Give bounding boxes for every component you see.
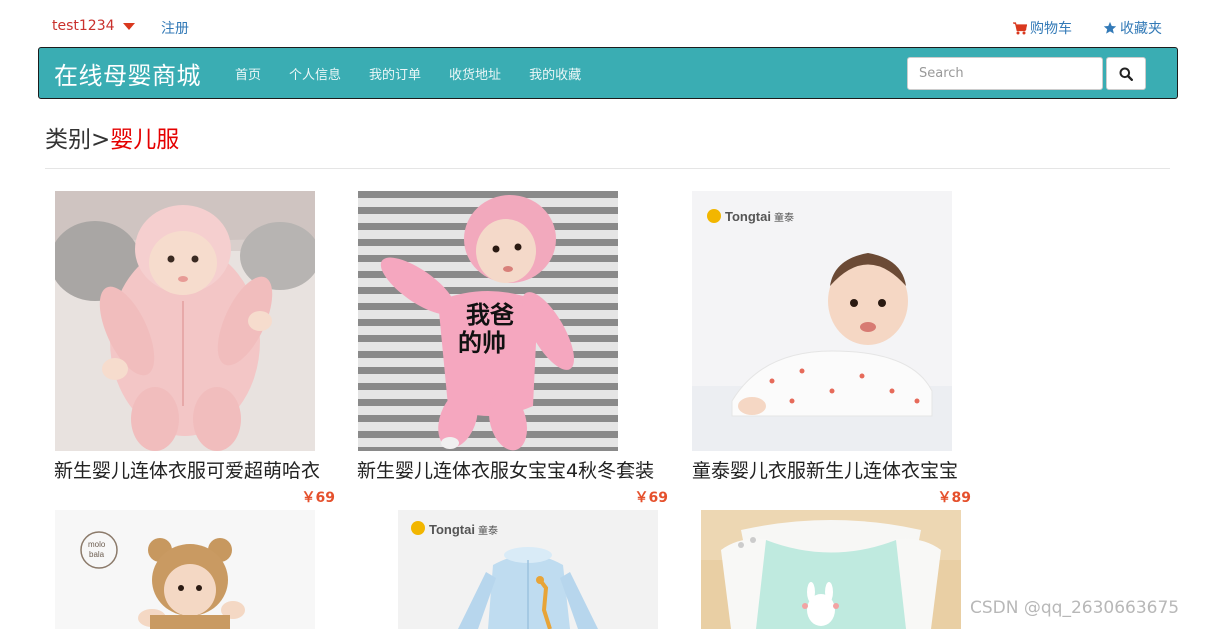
product-price-3: ￥89 (937, 490, 971, 506)
cart-label: 购物车 (1030, 21, 1072, 37)
user-dropdown[interactable]: test1234 (52, 18, 135, 34)
tongtai-logo-text: Tongtai (725, 209, 771, 224)
product-price-2: ￥69 (634, 490, 668, 506)
shopping-cart-icon (1013, 21, 1027, 34)
cart-link[interactable]: 购物车 (1013, 18, 1072, 38)
molobala-logo: molo (88, 540, 106, 549)
shirt-print-line2: 的帅 (458, 329, 506, 357)
category-prefix: 类别 (45, 127, 91, 153)
site-brand[interactable]: 在线母婴商城 (54, 56, 201, 91)
nav-menu: 首页 个人信息 我的订单 收货地址 我的收藏 (221, 48, 595, 98)
register-link[interactable]: 注册 (161, 18, 189, 38)
baby-white-onesie-photo: Tongtai 童泰 (692, 191, 952, 451)
tongtai-logo-cn-2: 童泰 (478, 524, 498, 537)
watermark: CSDN @qq_2630663675 (970, 598, 1180, 618)
search-icon (1119, 67, 1133, 81)
category-separator: > (91, 127, 111, 153)
shirt-print-line1: 我爸 (466, 301, 514, 329)
product-image-6[interactable] (701, 510, 961, 629)
baby-blue-jacket-photo: Tongtai 童泰 (398, 510, 658, 629)
product-name-2[interactable]: 新生婴儿连体衣服女宝宝4秋冬套装 (357, 456, 654, 483)
baby-bear-costume-photo: molo bala (55, 510, 315, 629)
product-image-3[interactable]: Tongtai 童泰 (692, 191, 952, 451)
tongtai-logo-cn: 童泰 (774, 211, 794, 224)
molobala-logo-2: bala (89, 550, 105, 559)
baby-pink-snowsuit-photo (55, 191, 315, 451)
nav-item-favorites[interactable]: 我的收藏 (515, 64, 595, 83)
top-user-bar: test1234 注册 购物车 收藏夹 (0, 0, 1209, 47)
caret-down-icon (122, 23, 135, 30)
favorites-label: 收藏夹 (1120, 21, 1162, 37)
category-current[interactable]: 婴儿服 (110, 127, 179, 153)
category-breadcrumb: 类别>婴儿服 (45, 120, 179, 154)
product-price-1: ￥69 (301, 490, 335, 506)
nav-item-home[interactable]: 首页 (221, 64, 275, 83)
nav-item-address[interactable]: 收货地址 (435, 64, 515, 83)
divider (45, 168, 1170, 169)
product-name-1[interactable]: 新生婴儿连体衣服可爱超萌哈衣 (54, 456, 320, 483)
tongtai-logo-text-2: Tongtai (429, 522, 475, 537)
baby-mint-vest-photo (701, 510, 961, 629)
product-image-5[interactable]: Tongtai 童泰 (398, 510, 658, 629)
product-image-2[interactable]: 我爸 的帅 (358, 191, 618, 451)
username-label: test1234 (52, 18, 115, 34)
nav-item-orders[interactable]: 我的订单 (355, 64, 435, 83)
product-image-4[interactable]: molo bala (55, 510, 315, 629)
nav-item-profile[interactable]: 个人信息 (275, 64, 355, 83)
search-input[interactable] (907, 57, 1103, 90)
product-name-3[interactable]: 童泰婴儿衣服新生儿连体衣宝宝 (692, 456, 958, 483)
search-button[interactable] (1106, 57, 1146, 90)
baby-pink-hoodie-photo: 我爸 的帅 (358, 191, 618, 451)
star-icon (1103, 21, 1117, 34)
main-navbar: 在线母婴商城 首页 个人信息 我的订单 收货地址 我的收藏 (38, 47, 1178, 99)
product-image-1[interactable] (55, 191, 315, 451)
favorites-link[interactable]: 收藏夹 (1103, 18, 1162, 38)
